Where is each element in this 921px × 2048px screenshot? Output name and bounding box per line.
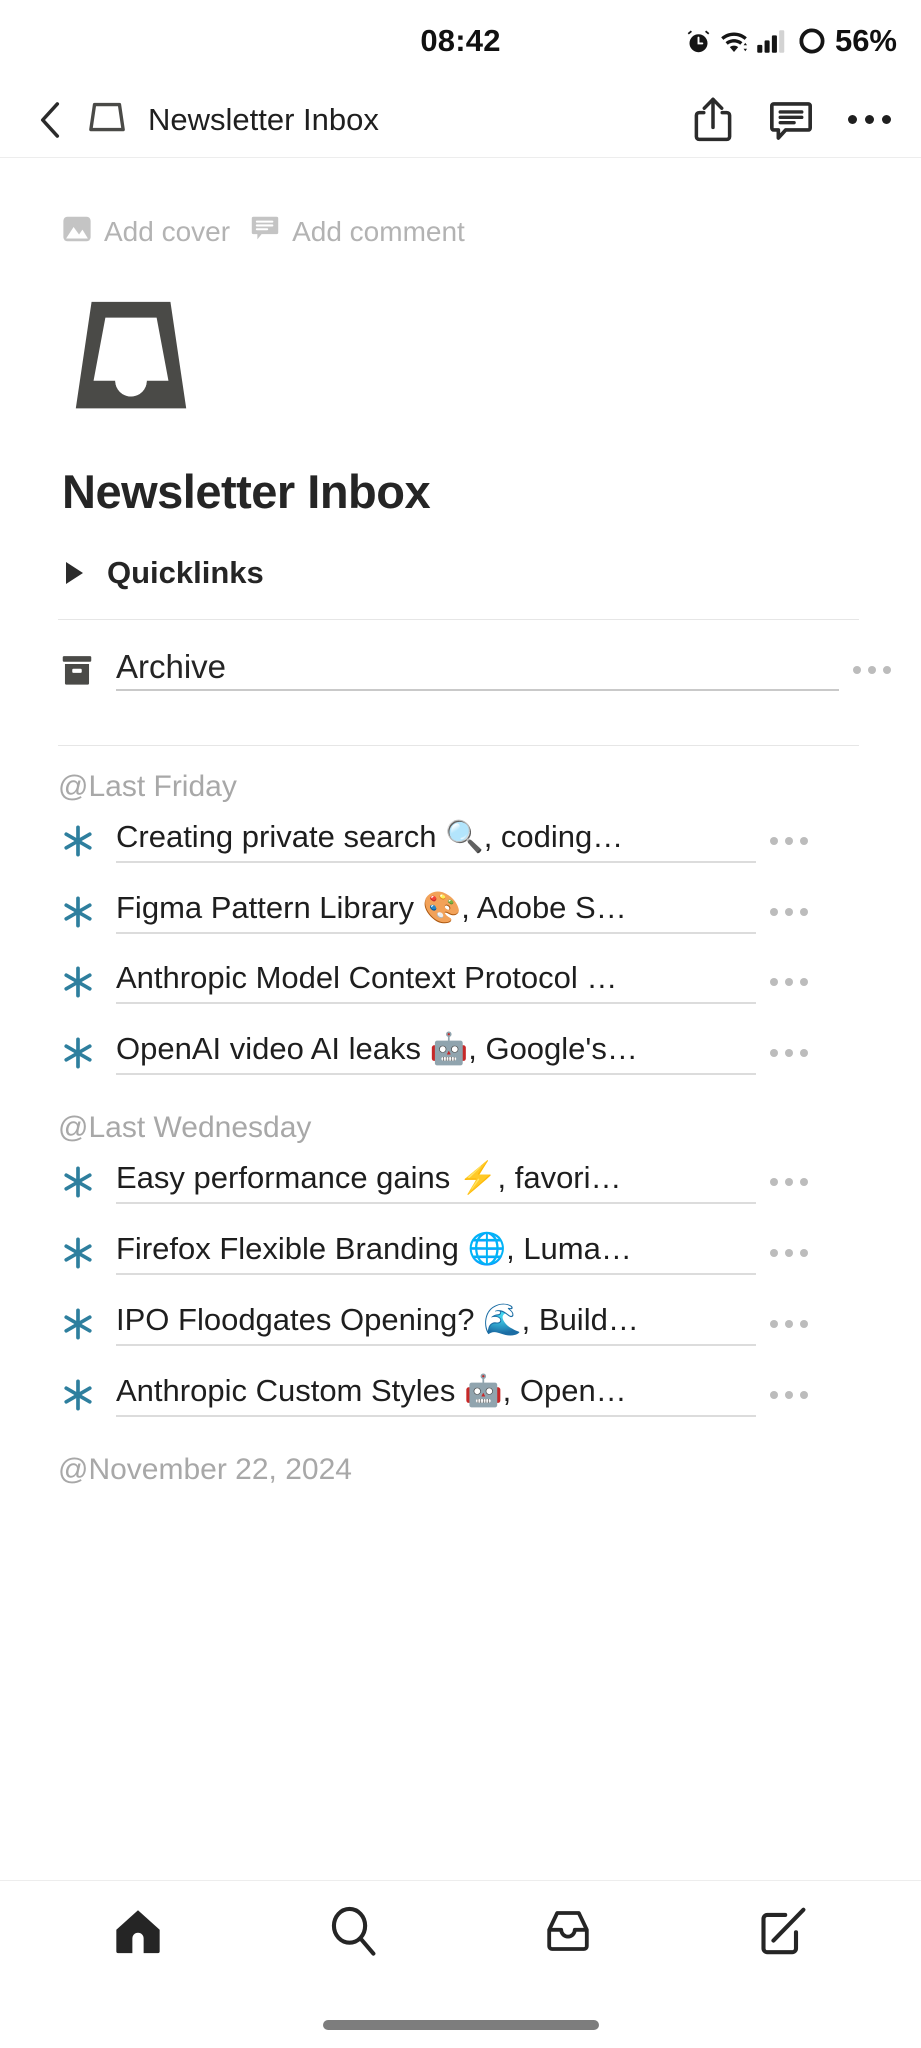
list-item-title: Anthropic Custom Styles 🤖, Open… xyxy=(116,1372,756,1417)
quicklinks-toggle[interactable]: Quicklinks xyxy=(0,519,921,591)
list-item[interactable]: Creating private search 🔍, coding… xyxy=(0,804,921,875)
asterisk-icon xyxy=(58,895,98,929)
wifi-icon xyxy=(719,28,749,55)
group-date-2: @November 22, 2024 xyxy=(58,1453,352,1486)
list-item[interactable]: Figma Pattern Library 🎨, Adobe S… xyxy=(0,875,921,946)
search-icon xyxy=(331,1906,376,1956)
share-button[interactable] xyxy=(687,94,739,146)
nav-home[interactable] xyxy=(83,1888,193,1974)
list-item[interactable]: Firefox Flexible Branding 🌐, Luma… xyxy=(0,1216,921,1287)
page-meta-actions: Add cover Add comment xyxy=(0,158,921,249)
quicklinks-label: Quicklinks xyxy=(107,555,264,590)
list-item-more-icon[interactable] xyxy=(756,1048,808,1057)
archive-label: Archive xyxy=(116,648,839,691)
bottom-navigation xyxy=(0,1880,921,2048)
page-title[interactable]: Newsletter Inbox xyxy=(0,434,921,519)
list-item-more-icon[interactable] xyxy=(756,1390,808,1399)
header-actions xyxy=(687,94,895,146)
image-icon xyxy=(62,214,92,249)
phone-screen: 08:42 56% Newsletter Inbox Add cover Add… xyxy=(0,0,921,2048)
list-item-title: Anthropic Model Context Protocol … xyxy=(116,960,756,1004)
signal-icon xyxy=(756,28,790,55)
home-icon xyxy=(115,1909,160,1953)
bottom-nav-icons xyxy=(0,1881,921,2002)
status-bar: 08:42 56% xyxy=(0,0,921,82)
home-indicator-wrap xyxy=(0,2002,921,2048)
list-item[interactable]: Easy performance gains ⚡, favori… xyxy=(0,1145,921,1216)
list-item-more-icon[interactable] xyxy=(756,1177,808,1186)
status-indicators: 56% xyxy=(685,23,897,59)
nav-search[interactable] xyxy=(298,1888,408,1974)
more-button[interactable] xyxy=(843,94,895,146)
asterisk-icon xyxy=(58,1236,98,1270)
share-icon xyxy=(694,97,732,141)
header-title: Newsletter Inbox xyxy=(148,101,379,137)
list-item[interactable]: OpenAI video AI leaks 🤖, Google's… xyxy=(0,1016,921,1087)
group-date-0: @Last Friday xyxy=(58,770,237,803)
list-item-title: Creating private search 🔍, coding… xyxy=(116,818,756,863)
back-button[interactable] xyxy=(26,96,74,144)
list-item-more-icon[interactable] xyxy=(756,1248,808,1257)
comment-icon xyxy=(770,101,812,140)
alarm-icon xyxy=(685,28,712,55)
list-item[interactable]: Anthropic Custom Styles 🤖, Open… xyxy=(0,1358,921,1429)
asterisk-icon xyxy=(58,1378,98,1412)
chevron-left-icon xyxy=(40,101,60,138)
add-cover-button[interactable]: Add cover xyxy=(62,214,230,249)
add-cover-label: Add cover xyxy=(104,215,231,247)
list-item-more-icon[interactable] xyxy=(756,1319,808,1328)
comment-button[interactable] xyxy=(765,94,817,146)
archive-link-row[interactable]: Archive xyxy=(0,620,921,717)
more-horizontal-icon xyxy=(843,115,895,124)
list-item-more-icon[interactable] xyxy=(756,836,808,845)
asterisk-icon xyxy=(58,1036,98,1070)
page-content: Add cover Add comment Newsletter Inbox Q… xyxy=(0,158,921,1880)
compose-icon xyxy=(761,1907,806,1954)
list-item-more-icon[interactable] xyxy=(756,978,808,986)
asterisk-icon xyxy=(58,1307,98,1341)
group-date-1: @Last Wednesday xyxy=(58,1111,312,1144)
list-item-more-icon[interactable] xyxy=(756,907,808,916)
nav-inbox[interactable] xyxy=(513,1888,623,1974)
home-indicator[interactable] xyxy=(322,2020,599,2030)
list-item-title: Figma Pattern Library 🎨, Adobe S… xyxy=(116,889,756,934)
app-header: Newsletter Inbox xyxy=(0,82,921,158)
list-item-title: OpenAI video AI leaks 🤖, Google's… xyxy=(116,1030,756,1075)
archive-box-icon xyxy=(58,651,100,689)
inbox-tray-icon xyxy=(75,301,187,409)
inbox-tray-icon xyxy=(89,102,125,131)
list-item-title: Firefox Flexible Branding 🌐, Luma… xyxy=(116,1230,756,1275)
list-item-title: IPO Floodgates Opening? 🌊, Build… xyxy=(116,1301,756,1346)
battery-percentage: 56% xyxy=(834,23,897,58)
archive-more-icon[interactable] xyxy=(839,665,891,674)
list-item[interactable]: IPO Floodgates Opening? 🌊, Build… xyxy=(0,1287,921,1358)
asterisk-icon xyxy=(58,824,98,858)
asterisk-icon xyxy=(58,1165,98,1199)
list-item[interactable]: Anthropic Model Context Protocol … xyxy=(0,946,921,1016)
list-item-title: Easy performance gains ⚡, favori… xyxy=(116,1159,756,1204)
comment-bubble-icon xyxy=(250,214,280,249)
triangle-right-icon[interactable] xyxy=(66,562,83,584)
asterisk-icon xyxy=(58,965,98,999)
inbox-icon xyxy=(547,1910,589,1951)
page-emoji-icon[interactable] xyxy=(0,249,921,434)
battery-icon xyxy=(797,26,827,56)
add-comment-label: Add comment xyxy=(292,215,465,247)
header-page-icon xyxy=(82,96,132,144)
add-comment-button[interactable]: Add comment xyxy=(250,214,465,249)
nav-compose[interactable] xyxy=(728,1888,838,1974)
